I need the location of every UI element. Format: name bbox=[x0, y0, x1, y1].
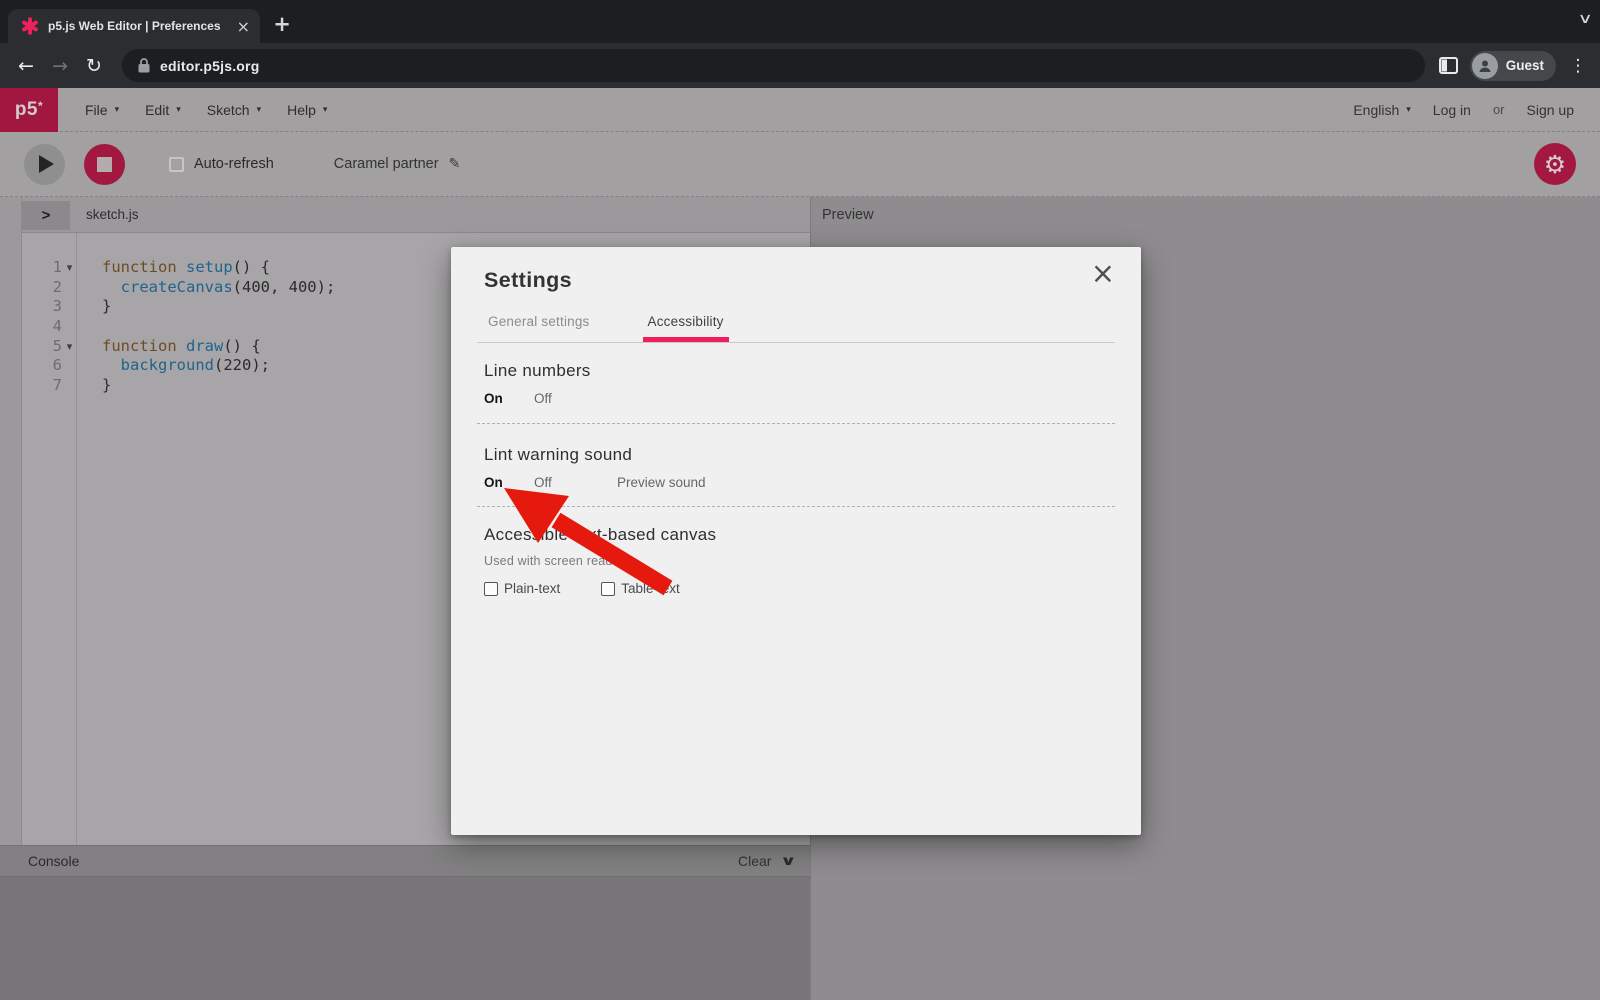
address-bar[interactable]: editor.p5js.org bbox=[122, 49, 1425, 82]
avatar bbox=[1472, 53, 1498, 79]
line-number: 2 bbox=[22, 278, 62, 298]
tab-close-icon[interactable]: × bbox=[237, 17, 250, 36]
stop-button[interactable] bbox=[84, 144, 125, 185]
settings-modal: Settings × General settings Accessibilit… bbox=[451, 247, 1141, 835]
chevron-right-icon: > bbox=[42, 207, 51, 224]
preview-label: Preview bbox=[822, 207, 874, 223]
section-subtext: Used with screen reader bbox=[484, 554, 1115, 568]
tab-search-chevron-icon[interactable]: ∨ bbox=[1577, 11, 1592, 27]
profile-name: Guest bbox=[1506, 58, 1544, 73]
url-text: editor.p5js.org bbox=[160, 58, 259, 74]
line-numbers-on-option[interactable]: On bbox=[484, 391, 534, 406]
p5-logo[interactable]: p5* bbox=[0, 88, 58, 132]
plain-text-option: Plain-text bbox=[484, 581, 560, 596]
browser-tab[interactable]: p5.js Web Editor | Preferences × bbox=[8, 9, 260, 43]
sketch-toolbar: Auto-refresh Caramel partner ✎ ⚙ bbox=[0, 132, 1600, 197]
section-accessible-canvas: Accessible text-based canvas Used with s… bbox=[484, 525, 1115, 596]
browser-navbar: ← → ↻ editor.p5js.org Guest ⋮ bbox=[0, 43, 1600, 88]
project-name[interactable]: Caramel partner bbox=[334, 156, 439, 172]
login-link[interactable]: Log in bbox=[1433, 102, 1471, 118]
line-number: 4 bbox=[22, 317, 62, 337]
new-tab-button[interactable]: + bbox=[268, 10, 296, 38]
section-divider bbox=[477, 423, 1115, 424]
settings-tabs: General settings Accessibility bbox=[477, 314, 1115, 343]
reload-icon[interactable]: ↻ bbox=[80, 55, 108, 77]
modal-title: Settings bbox=[484, 268, 1115, 293]
line-number: 3 bbox=[22, 297, 62, 317]
browser-tab-strip: p5.js Web Editor | Preferences × + ∨ bbox=[0, 0, 1600, 43]
line-number: 7 bbox=[22, 376, 62, 396]
section-divider bbox=[477, 506, 1115, 507]
signup-link[interactable]: Sign up bbox=[1527, 102, 1574, 118]
console-body bbox=[0, 876, 810, 1000]
table-text-checkbox[interactable] bbox=[601, 582, 615, 596]
play-button[interactable] bbox=[24, 144, 65, 185]
menu-file[interactable]: File ▾ bbox=[72, 102, 132, 118]
menu-sketch[interactable]: Sketch ▾ bbox=[194, 102, 274, 118]
console-collapse-icon[interactable]: ∨ bbox=[780, 854, 797, 869]
autorefresh-label: Auto-refresh bbox=[194, 156, 274, 172]
lint-sound-on-option[interactable]: On bbox=[484, 475, 534, 490]
side-panel-icon[interactable] bbox=[1439, 57, 1458, 74]
section-line-numbers: Line numbers On Off bbox=[484, 361, 1115, 406]
autorefresh-control: Auto-refresh bbox=[169, 156, 274, 172]
plain-text-checkbox[interactable] bbox=[484, 582, 498, 596]
preview-sound-button[interactable]: Preview sound bbox=[617, 475, 706, 490]
back-icon[interactable]: ← bbox=[12, 55, 40, 77]
caret-down-icon: ▾ bbox=[323, 105, 328, 115]
sidebar-expand-button[interactable]: > bbox=[22, 201, 70, 230]
file-tab-bar: > sketch.js bbox=[22, 197, 810, 233]
menu-help[interactable]: Help ▾ bbox=[274, 102, 340, 118]
caret-down-icon: ▾ bbox=[176, 105, 181, 115]
close-icon[interactable]: × bbox=[1091, 259, 1115, 288]
caret-down-icon: ▾ bbox=[115, 105, 120, 115]
tab-accessibility[interactable]: Accessibility bbox=[648, 314, 724, 329]
caret-down-icon: ▾ bbox=[257, 105, 262, 115]
file-tab-sketchjs[interactable]: sketch.js bbox=[86, 207, 139, 222]
sidebar-strip bbox=[0, 197, 22, 845]
p5js-favicon-icon bbox=[21, 17, 39, 35]
menu-edit[interactable]: Edit ▾ bbox=[132, 102, 194, 118]
settings-button[interactable]: ⚙ bbox=[1534, 143, 1576, 185]
fold-icon[interactable]: ▾ bbox=[62, 337, 77, 357]
line-number: 5 bbox=[22, 337, 62, 357]
console-header: Console Clear ∨ bbox=[0, 845, 810, 876]
editor-menubar: p5* File ▾ Edit ▾ Sketch ▾ Help ▾ Englis… bbox=[0, 88, 1600, 132]
section-heading: Line numbers bbox=[484, 361, 1115, 381]
gear-icon: ⚙ bbox=[1544, 152, 1566, 177]
play-icon bbox=[39, 155, 54, 173]
stop-icon bbox=[97, 157, 112, 172]
person-icon bbox=[1477, 58, 1493, 74]
table-text-option: Table-text bbox=[601, 581, 680, 596]
forward-icon[interactable]: → bbox=[46, 55, 74, 77]
section-heading: Accessible text-based canvas bbox=[484, 525, 1115, 545]
menubar-right: English ▾ Log in or Sign up bbox=[1353, 102, 1600, 118]
tab-general-settings[interactable]: General settings bbox=[488, 314, 590, 329]
edit-name-icon[interactable]: ✎ bbox=[449, 156, 461, 172]
language-selector[interactable]: English ▾ bbox=[1353, 102, 1410, 118]
console-clear-button[interactable]: Clear bbox=[738, 853, 771, 869]
fold-icon[interactable]: ▾ bbox=[62, 258, 77, 278]
caret-down-icon: ▾ bbox=[1406, 105, 1411, 115]
section-lint-sound: Lint warning sound On Off Preview sound bbox=[484, 445, 1115, 490]
console-title: Console bbox=[28, 853, 79, 869]
browser-tab-title: p5.js Web Editor | Preferences bbox=[48, 19, 231, 33]
or-text: or bbox=[1493, 102, 1505, 117]
menu-list: File ▾ Edit ▾ Sketch ▾ Help ▾ bbox=[72, 102, 340, 118]
browser-menu-icon[interactable]: ⋮ bbox=[1568, 56, 1588, 76]
lock-icon bbox=[138, 58, 150, 73]
profile-chip[interactable]: Guest bbox=[1470, 51, 1556, 81]
autorefresh-checkbox[interactable] bbox=[169, 157, 184, 172]
line-number: 6 bbox=[22, 356, 62, 376]
line-numbers-off-option[interactable]: Off bbox=[534, 391, 552, 406]
line-number: 1 bbox=[22, 258, 62, 278]
section-heading: Lint warning sound bbox=[484, 445, 1115, 465]
lint-sound-off-option[interactable]: Off bbox=[534, 475, 617, 490]
